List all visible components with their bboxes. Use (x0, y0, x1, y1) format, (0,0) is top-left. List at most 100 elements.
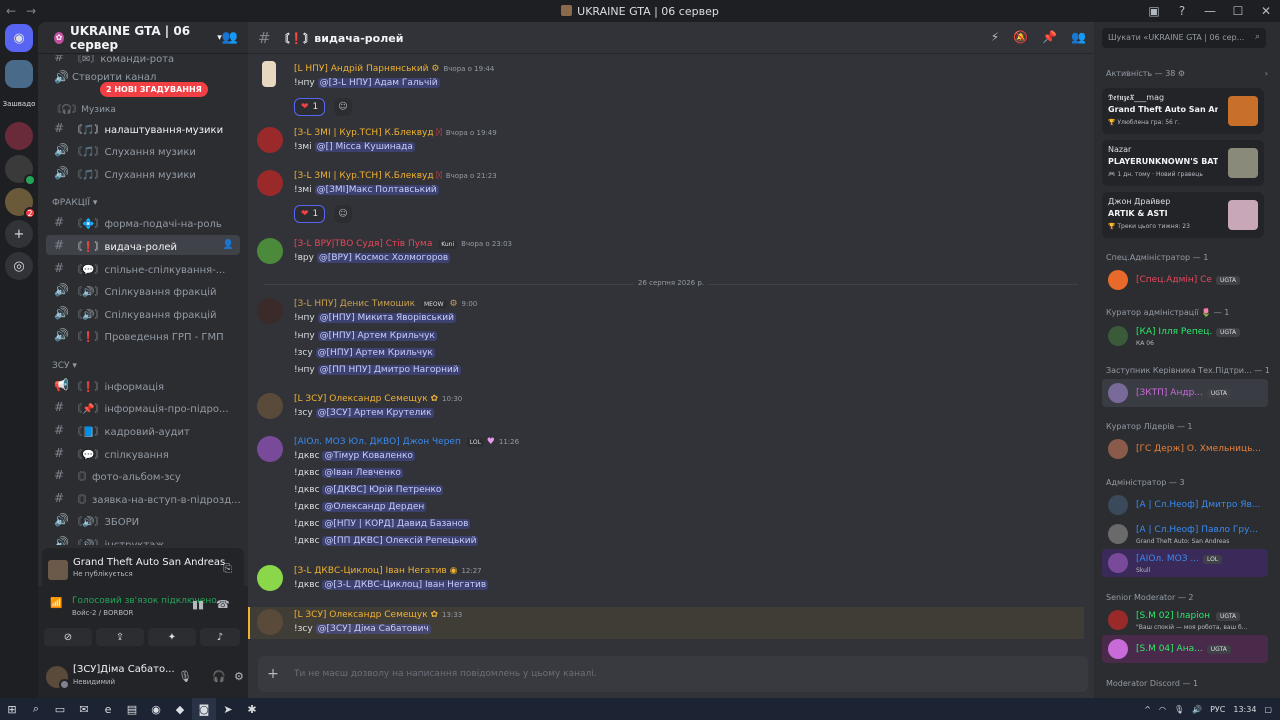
channel-item[interactable]: # 〘💬〙спілкування (46, 443, 240, 463)
member-item[interactable]: [S.M 02] Іларіон ...UGTA"Ваш спокій — мо… (1102, 606, 1268, 634)
avatar[interactable] (257, 298, 283, 324)
volume-icon[interactable]: 🔊 (1192, 705, 1202, 714)
close-icon[interactable]: ✕ (1252, 4, 1280, 18)
channel-item[interactable]: # 〘📘〙кадровий-аудит (46, 420, 240, 440)
discord-home-icon[interactable]: ◉ (5, 24, 33, 52)
search-icon[interactable]: ⌕ (24, 698, 48, 720)
soundboard-button[interactable]: ♪ (200, 628, 240, 646)
invite-icon[interactable]: 👥 (222, 30, 238, 45)
message-input[interactable]: + Ти не маєш дозволу на написання повідо… (258, 656, 1088, 692)
camera-off-button[interactable]: ⊘ (44, 628, 92, 646)
member-item[interactable]: [Спец.Адмін] Се...UGTA (1102, 266, 1268, 294)
mute-icon[interactable]: 🔕 (1013, 30, 1028, 44)
activity-card[interactable]: 𝕯𝖊𝖋𝖚𝖟𝖊𝖃___mag Grand Theft Auto San Andr.… (1102, 88, 1264, 134)
channel-item[interactable]: # 〘💬〙спільне-спілкування-... (46, 258, 240, 278)
discover-icon[interactable]: ◎ (5, 252, 33, 280)
new-mentions-pill[interactable]: 2 НОВІ ЗГАДУВАННЯ (100, 82, 208, 97)
minimize-icon[interactable]: — (1196, 4, 1224, 18)
disconnect-icon[interactable]: ☎ (216, 598, 230, 611)
reaction-heart[interactable]: ❤ 1 (294, 205, 326, 223)
avatar[interactable] (257, 565, 283, 591)
add-member-icon[interactable]: 👤 (223, 240, 234, 250)
member-item[interactable]: [ЗКТП] Андр... UGTA (1102, 379, 1268, 407)
channel-item[interactable]: # 〘🎵〙налаштування-музики (46, 118, 240, 138)
server-icon-2[interactable] (5, 122, 33, 150)
mail-icon[interactable]: ✉ (72, 698, 96, 720)
avatar[interactable] (257, 393, 283, 419)
share-icon[interactable]: ⎘ (223, 562, 232, 576)
category-music[interactable]: 〘🎧〙Музика (52, 102, 116, 115)
avatar[interactable] (257, 238, 283, 264)
channel-item[interactable]: # 〘〙фото-альбом-зсу (46, 465, 240, 485)
server-icon-4[interactable]: 2 (5, 188, 36, 219)
avatar[interactable] (257, 436, 283, 462)
noise-suppression-icon[interactable]: ▮▮ (192, 598, 204, 611)
member-item[interactable]: [S.M 04] Ана... UGTA (1102, 635, 1268, 663)
avatar[interactable] (257, 609, 283, 635)
discord-taskbar-icon[interactable]: ◙ (192, 698, 216, 720)
voice-channel-name[interactable]: Войс-2 / BORBOR (72, 609, 133, 617)
plus-icon[interactable]: + (258, 666, 288, 682)
voice-channel-item[interactable]: 🔊 〘🔊〙Спілкування фракцій (46, 303, 240, 323)
member-item[interactable]: [А | Сл.Неоф] Дмитро Яв... (1102, 491, 1268, 519)
avatar[interactable] (46, 666, 70, 690)
voice-channel-item[interactable]: 🔊 〘🔊〙інструктаж (46, 533, 240, 545)
channel-item-active[interactable]: # 〘❗〙видача-ролей 👤 (46, 235, 240, 255)
gear-icon[interactable]: ⚙ (234, 670, 244, 683)
user-name[interactable]: [ЗСУ]Діма Сабато... (73, 664, 175, 675)
back-icon[interactable]: ← (6, 4, 16, 18)
chevron-right-icon[interactable]: › (1265, 69, 1268, 78)
windows-start-icon[interactable]: ⊞ (0, 698, 24, 720)
app-icon[interactable]: ◆ (168, 698, 192, 720)
threads-icon[interactable]: ⚡ (991, 30, 999, 44)
voice-channel-item[interactable]: 🔊 〘❗〙Проведення ГРП - ГМП (46, 325, 240, 345)
add-reaction-icon[interactable]: ☺ (334, 98, 352, 116)
server-header[interactable]: ✿ UKRAINE GTA | 06 сервер ▾ 👥 (38, 22, 248, 54)
member-item[interactable]: [ГС Держ] О. Хмельниць... (1102, 435, 1268, 463)
member-item[interactable]: [А | Сл.Неоф] Павло Гру... Grand Theft Au… (1102, 520, 1268, 548)
wifi-icon[interactable]: ◠ (1159, 705, 1166, 714)
inbox-icon[interactable]: ▣ (1140, 4, 1168, 18)
activities-button[interactable]: ✦ (148, 628, 196, 646)
search-input[interactable]: Шукати «UKRAINE GTA | 06 сер... ⌕ (1102, 28, 1266, 48)
screen-share-button[interactable]: ⇪ (96, 628, 144, 646)
channel-item[interactable]: # 〘💠〙форма-подачі-на-роль (46, 212, 240, 232)
chrome-icon[interactable]: ◉ (144, 698, 168, 720)
voice-channel-item[interactable]: 🔊 〘🎵〙Слухання музики (46, 140, 240, 160)
server-icon-3[interactable] (5, 155, 36, 186)
pin-icon[interactable]: 📌 (1042, 30, 1057, 44)
server-icon-1[interactable] (5, 60, 33, 88)
channel-item[interactable]: # 〘📌〙інформація-про-підро... (46, 397, 240, 417)
channel-item[interactable]: # 〘✉〙команди-рота (46, 55, 240, 67)
help-icon[interactable]: ? (1168, 4, 1196, 18)
microphone-icon[interactable]: 🎙 (178, 670, 192, 683)
folder-icon[interactable]: ▤ (120, 698, 144, 720)
voice-channel-item[interactable]: 🔊 〘🔊〙Спілкування фракцій (46, 280, 240, 300)
headphones-icon[interactable]: 🎧 (212, 670, 226, 683)
category-zsu[interactable]: ЗСУ ▾ (52, 361, 77, 371)
forward-icon[interactable]: → (26, 4, 36, 18)
avatar[interactable] (257, 127, 283, 153)
reaction-heart[interactable]: ❤ 1 (294, 98, 326, 116)
members-icon[interactable]: 👥 (1071, 30, 1086, 44)
language-indicator[interactable]: РУС (1210, 705, 1225, 714)
activity-card[interactable]: Джон Драйвер ARTIK & ASTI 🏆 Треки цього … (1102, 192, 1264, 238)
channel-item[interactable]: 📢 〘❗〙інформація (46, 375, 240, 395)
activity-card[interactable]: Nazar PLAYERUNKNOWN'S BAT... 🎮 1 дн. том… (1102, 140, 1264, 186)
category-fractions[interactable]: ФРАКЦІЇ ▾ (52, 198, 97, 208)
member-item[interactable]: [AIОл. МОЗ ... LOL Skull (1102, 549, 1268, 577)
app-icon[interactable]: ✱ (240, 698, 264, 720)
maximize-icon[interactable]: ☐ (1224, 4, 1252, 18)
avatar[interactable] (262, 61, 276, 87)
microphone-icon[interactable]: 🎙 (1174, 705, 1184, 714)
telegram-icon[interactable]: ➤ (216, 698, 240, 720)
chevron-up-icon[interactable]: ^ (1144, 705, 1151, 714)
voice-channel-item[interactable]: 🔊 〘🔊〙ЗБОРИ (46, 510, 240, 530)
add-reaction-icon[interactable]: ☺ (334, 205, 352, 223)
add-server-icon[interactable]: + (5, 220, 33, 248)
member-item[interactable]: [КА] Ілля Репец... UGTA КА 06 (1102, 322, 1268, 350)
channel-item[interactable]: # 〘〙заявка-на-вступ-в-підрозд... (46, 488, 240, 508)
clock[interactable]: 13:34 (1233, 705, 1256, 714)
voice-channel-item[interactable]: 🔊 〘🎵〙Слухання музики (46, 163, 240, 183)
edge-icon[interactable]: e (96, 698, 120, 720)
